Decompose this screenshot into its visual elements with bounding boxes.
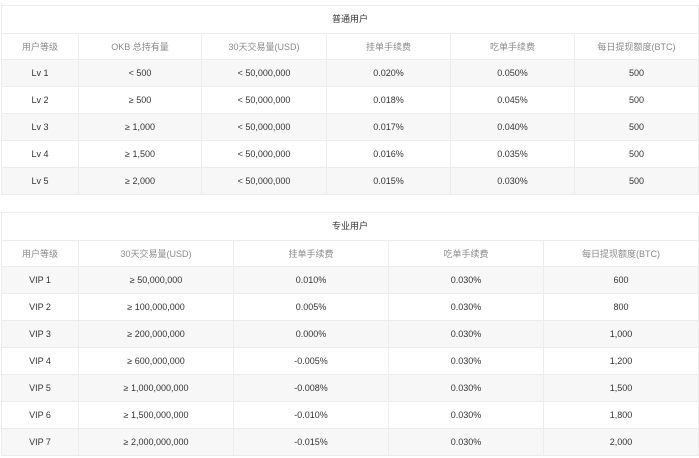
- cell-level: VIP 2: [1, 293, 79, 321]
- cell-level: VIP 4: [1, 347, 79, 375]
- cell-okb-holding: < 500: [78, 59, 202, 87]
- cell-okb-holding: ≥ 1,000: [78, 113, 202, 141]
- regular-user-title: 普通用户: [1, 5, 699, 33]
- cell-daily-withdrawal: 500: [574, 113, 699, 141]
- cell-okb-holding: ≥ 500: [78, 86, 202, 114]
- cell-daily-withdrawal: 1,200: [543, 347, 699, 375]
- cell-maker-fee: 0.005%: [233, 293, 389, 321]
- cell-taker-fee: 0.030%: [388, 347, 544, 375]
- cell-maker-fee: 0.018%: [326, 86, 451, 114]
- cell-taker-fee: 0.040%: [450, 113, 575, 141]
- cell-taker-fee: 0.030%: [388, 401, 544, 429]
- cell-taker-fee: 0.030%: [388, 374, 544, 402]
- cell-level: VIP 7: [1, 428, 79, 456]
- cell-30d-volume: ≥ 2,000,000,000: [78, 428, 234, 456]
- table-row: VIP 2 ≥ 100,000,000 0.005% 0.030% 800: [1, 293, 699, 321]
- cell-30d-volume: ≥ 100,000,000: [78, 293, 234, 321]
- cell-daily-withdrawal: 500: [574, 140, 699, 168]
- cell-maker-fee: 0.020%: [326, 59, 451, 87]
- table-row: VIP 4 ≥ 600,000,000 -0.005% 0.030% 1,200: [1, 347, 699, 375]
- table-row: VIP 7 ≥ 2,000,000,000 -0.015% 0.030% 2,0…: [1, 428, 699, 456]
- col-header-daily-withdrawal: 每日提现额度(BTC): [574, 33, 699, 60]
- col-header-maker-fee: 挂单手续费: [233, 240, 389, 267]
- cell-30d-volume: < 50,000,000: [201, 59, 327, 87]
- cell-30d-volume: ≥ 1,000,000,000: [78, 374, 234, 402]
- regular-user-table: 普通用户 用户等级 OKB 总持有量 30天交易量(USD) 挂单手续费 吃单手…: [1, 5, 699, 195]
- col-header-level: 用户等级: [1, 33, 79, 60]
- cell-daily-withdrawal: 1,500: [543, 374, 699, 402]
- table-row: VIP 1 ≥ 50,000,000 0.010% 0.030% 600: [1, 266, 699, 294]
- cell-30d-volume: < 50,000,000: [201, 167, 327, 195]
- col-header-maker-fee: 挂单手续费: [326, 33, 451, 60]
- cell-30d-volume: ≥ 200,000,000: [78, 320, 234, 348]
- cell-taker-fee: 0.050%: [450, 59, 575, 87]
- cell-daily-withdrawal: 1,800: [543, 401, 699, 429]
- cell-taker-fee: 0.030%: [388, 293, 544, 321]
- cell-taker-fee: 0.030%: [388, 320, 544, 348]
- cell-daily-withdrawal: 500: [574, 86, 699, 114]
- cell-maker-fee: -0.010%: [233, 401, 389, 429]
- pro-header-row: 用户等级 30天交易量(USD) 挂单手续费 吃单手续费 每日提现额度(BTC): [1, 240, 699, 267]
- cell-taker-fee: 0.030%: [388, 266, 544, 294]
- col-header-30d-volume: 30天交易量(USD): [201, 33, 327, 60]
- cell-30d-volume: ≥ 600,000,000: [78, 347, 234, 375]
- cell-level: Lv 4: [1, 140, 79, 168]
- cell-maker-fee: 0.010%: [233, 266, 389, 294]
- cell-daily-withdrawal: 500: [574, 167, 699, 195]
- cell-daily-withdrawal: 500: [574, 59, 699, 87]
- cell-maker-fee: 0.000%: [233, 320, 389, 348]
- cell-daily-withdrawal: 800: [543, 293, 699, 321]
- table-row: VIP 6 ≥ 1,500,000,000 -0.010% 0.030% 1,8…: [1, 401, 699, 429]
- cell-30d-volume: ≥ 50,000,000: [78, 266, 234, 294]
- col-header-level: 用户等级: [1, 240, 79, 267]
- table-row: Lv 2 ≥ 500 < 50,000,000 0.018% 0.045% 50…: [1, 86, 699, 114]
- table-row: Lv 4 ≥ 1,500 < 50,000,000 0.016% 0.035% …: [1, 140, 699, 168]
- fee-schedule: 普通用户 用户等级 OKB 总持有量 30天交易量(USD) 挂单手续费 吃单手…: [0, 0, 699, 458]
- cell-maker-fee: -0.015%: [233, 428, 389, 456]
- cell-30d-volume: < 50,000,000: [201, 86, 327, 114]
- cell-level: VIP 6: [1, 401, 79, 429]
- pro-user-table: 专业用户 用户等级 30天交易量(USD) 挂单手续费 吃单手续费 每日提现额度…: [1, 212, 699, 456]
- cell-30d-volume: ≥ 1,500,000,000: [78, 401, 234, 429]
- cell-level: Lv 3: [1, 113, 79, 141]
- cell-maker-fee: 0.017%: [326, 113, 451, 141]
- cell-taker-fee: 0.030%: [388, 428, 544, 456]
- cell-level: VIP 5: [1, 374, 79, 402]
- cell-30d-volume: < 50,000,000: [201, 140, 327, 168]
- cell-maker-fee: 0.015%: [326, 167, 451, 195]
- cell-taker-fee: 0.030%: [450, 167, 575, 195]
- table-row: VIP 3 ≥ 200,000,000 0.000% 0.030% 1,000: [1, 320, 699, 348]
- regular-header-row: 用户等级 OKB 总持有量 30天交易量(USD) 挂单手续费 吃单手续费 每日…: [1, 33, 699, 60]
- cell-okb-holding: ≥ 1,500: [78, 140, 202, 168]
- cell-okb-holding: ≥ 2,000: [78, 167, 202, 195]
- table-row: Lv 3 ≥ 1,000 < 50,000,000 0.017% 0.040% …: [1, 113, 699, 141]
- cell-level: Lv 1: [1, 59, 79, 87]
- cell-level: Lv 5: [1, 167, 79, 195]
- col-header-daily-withdrawal: 每日提现额度(BTC): [543, 240, 699, 267]
- col-header-okb-holding: OKB 总持有量: [78, 33, 202, 60]
- cell-level: VIP 3: [1, 320, 79, 348]
- cell-daily-withdrawal: 600: [543, 266, 699, 294]
- col-header-taker-fee: 吃单手续费: [388, 240, 544, 267]
- table-row: Lv 1 < 500 < 50,000,000 0.020% 0.050% 50…: [1, 59, 699, 87]
- table-row: Lv 5 ≥ 2,000 < 50,000,000 0.015% 0.030% …: [1, 167, 699, 195]
- cell-level: Lv 2: [1, 86, 79, 114]
- col-header-30d-volume: 30天交易量(USD): [78, 240, 234, 267]
- cell-30d-volume: < 50,000,000: [201, 113, 327, 141]
- cell-maker-fee: -0.008%: [233, 374, 389, 402]
- cell-level: VIP 1: [1, 266, 79, 294]
- cell-maker-fee: 0.016%: [326, 140, 451, 168]
- pro-user-title: 专业用户: [1, 212, 699, 240]
- table-row: VIP 5 ≥ 1,000,000,000 -0.008% 0.030% 1,5…: [1, 374, 699, 402]
- cell-daily-withdrawal: 2,000: [543, 428, 699, 456]
- col-header-taker-fee: 吃单手续费: [450, 33, 575, 60]
- cell-maker-fee: -0.005%: [233, 347, 389, 375]
- cell-taker-fee: 0.045%: [450, 86, 575, 114]
- cell-daily-withdrawal: 1,000: [543, 320, 699, 348]
- cell-taker-fee: 0.035%: [450, 140, 575, 168]
